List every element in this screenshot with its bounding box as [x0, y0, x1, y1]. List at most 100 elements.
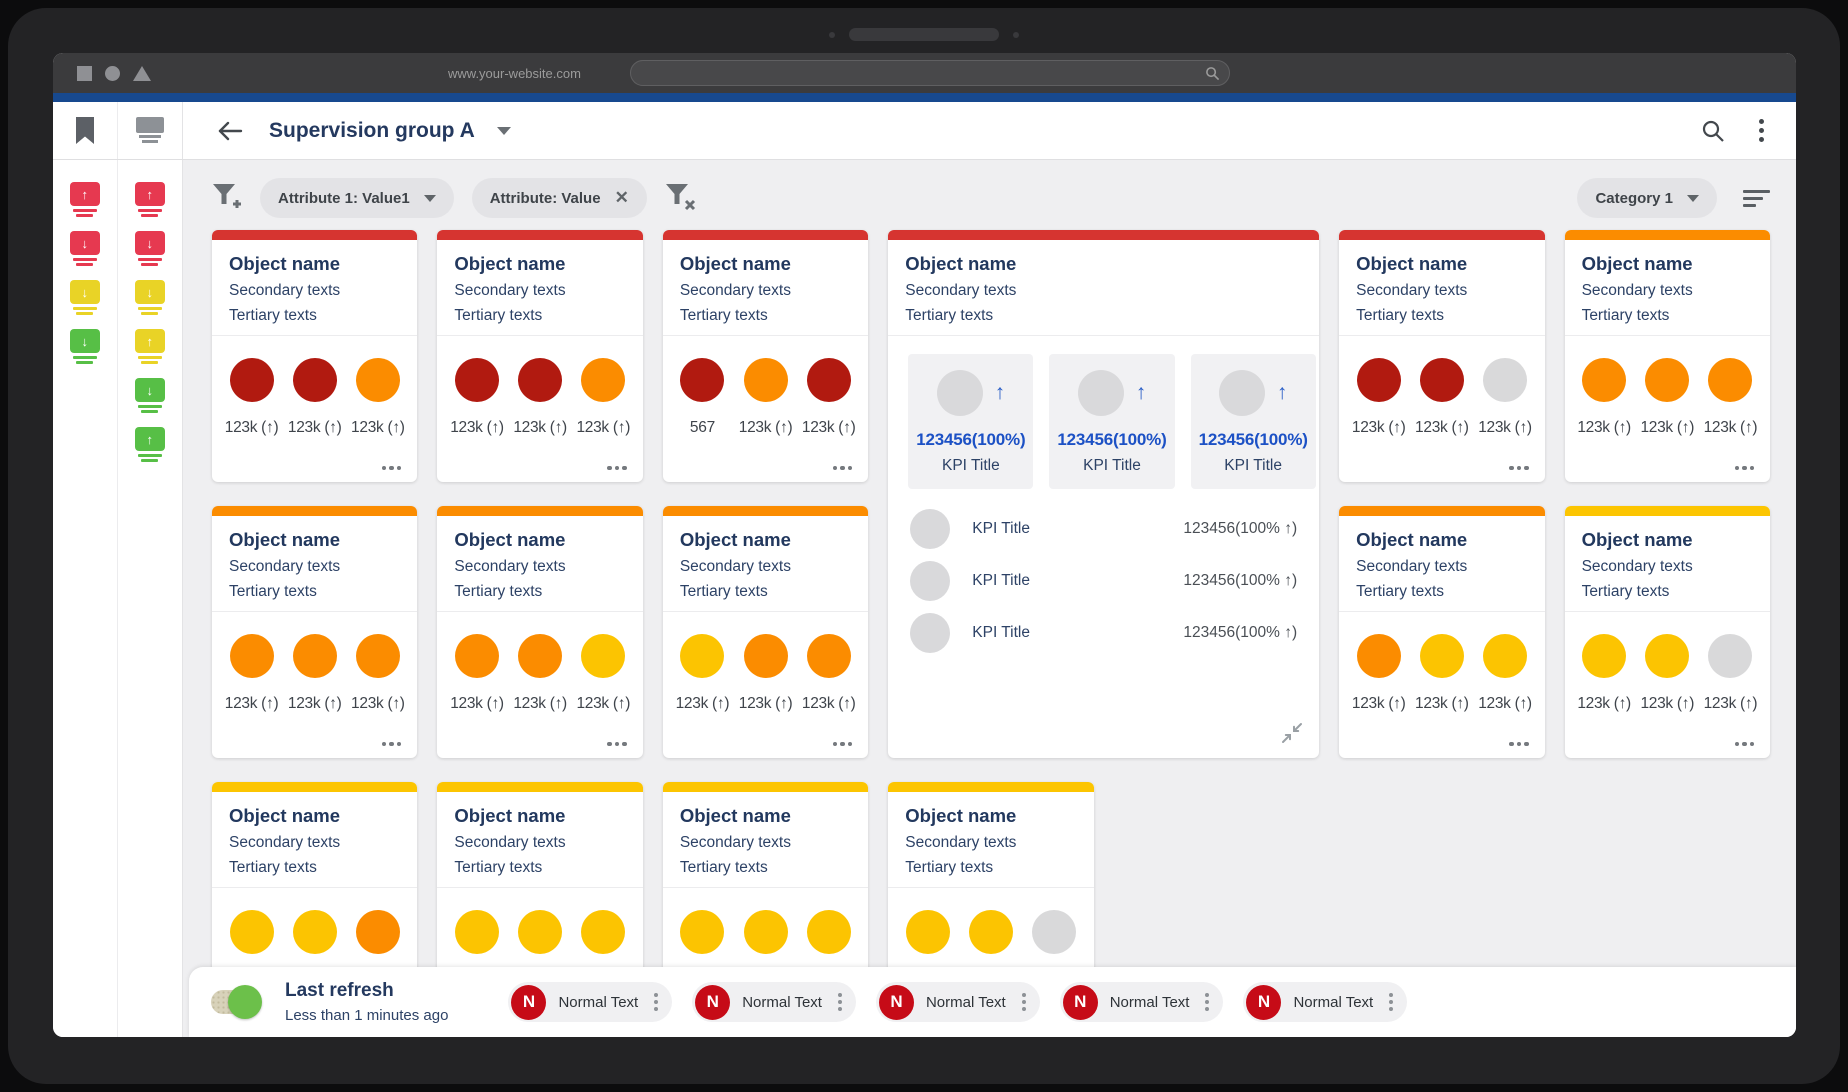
- card-more-button[interactable]: [382, 466, 402, 471]
- object-card[interactable]: Object name Secondary texts Tertiary tex…: [437, 506, 642, 758]
- chip-menu-button[interactable]: [1205, 993, 1217, 1011]
- kpi-placeholder-circle: [910, 613, 950, 653]
- filter-clear-icon: [665, 182, 697, 214]
- kpi-status-dot: [581, 910, 625, 954]
- object-title: Object name: [229, 253, 400, 275]
- kpi-status-dot: [680, 910, 724, 954]
- status-chip[interactable]: N Normal Text: [1243, 982, 1407, 1022]
- kpi-value: 123456(100% ↑): [1183, 520, 1297, 538]
- chip-menu-button[interactable]: [838, 993, 850, 1011]
- status-tag-red-down-icon[interactable]: ↓: [70, 231, 100, 266]
- back-button[interactable]: [217, 120, 243, 142]
- divider: [1339, 335, 1544, 336]
- chip-menu-button[interactable]: [1389, 993, 1401, 1011]
- object-tertiary: Tertiary texts: [1356, 583, 1527, 601]
- auto-refresh-toggle[interactable]: [211, 990, 259, 1014]
- status-tag-red-down-icon[interactable]: ↓: [135, 231, 165, 266]
- object-card[interactable]: Object name Secondary texts Tertiary tex…: [663, 506, 868, 758]
- object-secondary: Secondary texts: [454, 834, 625, 852]
- object-card[interactable]: Object name Secondary texts Tertiary tex…: [1339, 230, 1544, 482]
- status-tag-green-down-icon[interactable]: ↓: [70, 329, 100, 364]
- kpi-value: 123k (↑): [1577, 695, 1631, 713]
- status-chip[interactable]: N Normal Text: [876, 982, 1040, 1022]
- card-more-button[interactable]: [1509, 742, 1529, 747]
- kpi-value: 123k (↑): [450, 419, 504, 437]
- kpi-row: 123k (↑) 123k (↑) 123k (↑): [1339, 358, 1544, 437]
- kpi-list-row[interactable]: KPI Title 123456(100% ↑): [910, 555, 1297, 607]
- object-card[interactable]: Object name Secondary texts Tertiary tex…: [1565, 506, 1770, 758]
- status-tag-yellow-down-icon[interactable]: ↓: [70, 280, 100, 315]
- overflow-menu-button[interactable]: [1759, 119, 1764, 142]
- clear-filters-button[interactable]: [665, 182, 697, 214]
- window-triangle-icon[interactable]: [133, 66, 151, 81]
- object-card[interactable]: Object name Secondary texts Tertiary tex…: [1565, 230, 1770, 482]
- object-card[interactable]: Object name Secondary texts Tertiary tex…: [212, 506, 417, 758]
- sidebar-tab-bookmarks[interactable]: [53, 102, 118, 159]
- device-notch: [849, 28, 999, 41]
- search-button[interactable]: [1701, 119, 1725, 143]
- status-bar: [141, 410, 158, 413]
- object-title: Object name: [680, 253, 851, 275]
- last-refresh-subtitle: Less than 1 minutes ago: [285, 1007, 448, 1024]
- status-bar: [141, 459, 158, 462]
- status-arrow: ↓: [135, 231, 165, 255]
- filter-chip-attribute1[interactable]: Attribute 1: Value1: [260, 178, 454, 218]
- title-dropdown-caret-icon[interactable]: [497, 127, 511, 135]
- close-icon[interactable]: ✕: [615, 188, 629, 208]
- status-tag-yellow-down-icon[interactable]: ↓: [135, 280, 165, 315]
- collapse-card-button[interactable]: [1281, 722, 1303, 744]
- object-card[interactable]: Object name Secondary texts Tertiary tex…: [212, 230, 417, 482]
- kpi-list-row[interactable]: KPI Title 123456(100% ↑): [910, 503, 1297, 555]
- kpi: 123k (↑): [509, 634, 572, 713]
- object-secondary: Secondary texts: [680, 282, 851, 300]
- featured-kpi[interactable]: ↑ 123456(100%) KPI Title: [1191, 354, 1316, 489]
- object-secondary: Secondary texts: [905, 282, 1302, 300]
- kpi-row: 123k (↑) 123k (↑) 123k (↑): [437, 634, 642, 713]
- status-chip[interactable]: N Normal Text: [508, 982, 672, 1022]
- filter-chip-attribute[interactable]: Attribute: Value ✕: [472, 178, 647, 218]
- card-more-button[interactable]: [382, 742, 402, 747]
- featured-kpi[interactable]: ↑ 123456(100%) KPI Title: [908, 354, 1033, 489]
- kpi: 123k (↑): [734, 634, 797, 713]
- card-more-button[interactable]: [833, 466, 853, 471]
- card-more-button[interactable]: [1509, 466, 1529, 471]
- status-tag-red-up-icon[interactable]: ↑: [135, 182, 165, 217]
- status-arrow: ↑: [135, 182, 165, 206]
- kpi-list-row[interactable]: KPI Title 123456(100% ↑): [910, 607, 1297, 659]
- sidebar-tab-cards[interactable]: [118, 102, 183, 159]
- chip-menu-button[interactable]: [1022, 993, 1034, 1011]
- add-filter-button[interactable]: [212, 182, 242, 214]
- object-card[interactable]: Object name Secondary texts Tertiary tex…: [663, 230, 868, 482]
- featured-kpi[interactable]: ↑ 123456(100%) KPI Title: [1049, 354, 1174, 489]
- window-square-icon[interactable]: [77, 66, 92, 81]
- status-tag-green-up-icon[interactable]: ↑: [135, 427, 165, 462]
- card-more-button[interactable]: [607, 466, 627, 471]
- status-tag-yellow-up-icon[interactable]: ↑: [135, 329, 165, 364]
- card-more-button[interactable]: [607, 742, 627, 747]
- status-tag-green-down-icon[interactable]: ↓: [135, 378, 165, 413]
- category-dropdown[interactable]: Category 1: [1577, 178, 1717, 218]
- expanded-object-card[interactable]: Object name Secondary texts Tertiary tex…: [888, 230, 1319, 758]
- object-secondary: Secondary texts: [454, 282, 625, 300]
- chip-menu-button[interactable]: [654, 993, 666, 1011]
- card-more-button[interactable]: [1735, 742, 1755, 747]
- category-label: Category 1: [1595, 190, 1673, 207]
- kpi-title: KPI Title: [1083, 457, 1141, 475]
- status-chip[interactable]: N Normal Text: [1060, 982, 1224, 1022]
- card-more-button[interactable]: [1735, 466, 1755, 471]
- status-chip[interactable]: N Normal Text: [692, 982, 856, 1022]
- sort-button[interactable]: [1743, 190, 1770, 207]
- kpi: 123k (↑): [1347, 358, 1410, 437]
- card-status-strip: [437, 782, 642, 792]
- browser-search-field[interactable]: [630, 60, 1230, 86]
- kpi-status-dot: [230, 634, 274, 678]
- kpi-status-dot: [807, 358, 851, 402]
- object-card[interactable]: Object name Secondary texts Tertiary tex…: [1339, 506, 1544, 758]
- kpi: 123k (↑): [671, 634, 734, 713]
- object-card[interactable]: Object name Secondary texts Tertiary tex…: [437, 230, 642, 482]
- card-status-strip: [663, 230, 868, 240]
- card-more-button[interactable]: [833, 742, 853, 747]
- status-tag-red-up-icon[interactable]: ↑: [70, 182, 100, 217]
- kpi-value: 123k (↑): [739, 695, 793, 713]
- window-circle-icon[interactable]: [105, 66, 120, 81]
